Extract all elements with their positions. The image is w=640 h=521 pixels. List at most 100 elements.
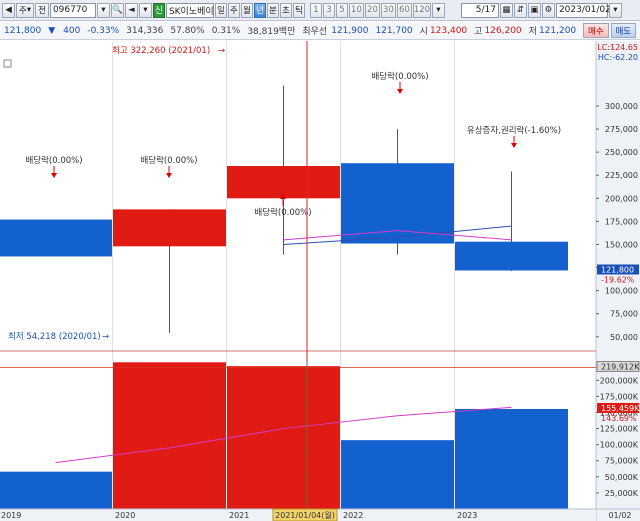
volume-bar	[113, 362, 226, 509]
current-price-pct-label: -19.62%	[601, 275, 635, 284]
dividend-annotation-3: 배당락(0.00%)	[254, 207, 311, 218]
x-axis-label: 2023	[457, 511, 477, 520]
credit-badge-icon[interactable]: 신	[152, 2, 165, 18]
hc-label: HC:-62.20	[598, 53, 638, 62]
volume-tick-label: 100,000K	[600, 441, 639, 450]
grid-icon[interactable]: ▦	[499, 2, 513, 18]
price-tick-label: 175,000	[605, 217, 638, 226]
mode-label: 주	[19, 6, 27, 16]
volume-max-label: 219,912K	[601, 362, 640, 371]
period-month-button[interactable]: 월	[240, 2, 253, 18]
price-tick-label: 275,000	[605, 125, 638, 134]
candle-body	[0, 219, 112, 257]
interval-120-button[interactable]: 120	[412, 2, 431, 18]
candle-body	[113, 209, 226, 247]
settings-icon[interactable]: ⚙	[541, 2, 555, 18]
calendar-icon[interactable]: ▾	[608, 2, 622, 18]
turnover-ratio: 0.31%	[211, 25, 241, 36]
best-quote-label: 최우선	[302, 27, 328, 37]
price-tick-label: 250,000	[605, 148, 638, 157]
date-input[interactable]: 2023/01/02	[555, 2, 611, 18]
low-annotation-arrow: →	[102, 332, 109, 342]
right-date-label: 01/02	[608, 511, 631, 520]
period-day-button[interactable]: 일	[214, 2, 227, 18]
price-change-pct: -0.33%	[87, 25, 120, 36]
interval-dropdown-icon[interactable]: ▾	[431, 2, 445, 18]
stock-name-field: SK이노베이	[165, 2, 214, 18]
period-week-button[interactable]: 주	[227, 2, 240, 18]
volume-tick-label: 50,000K	[605, 473, 639, 482]
volume-bar	[227, 366, 340, 509]
stock-code-input[interactable]: 096770	[49, 2, 96, 18]
open-price: 123,400	[429, 25, 468, 36]
ask-price: 121,900	[331, 25, 369, 36]
down-arrow-icon: ▼	[48, 25, 56, 36]
price-tick-label: 150,000	[605, 240, 638, 249]
quote-bar: 121,800 ▼ 400 -0.33% 314,336 57.80% 0.31…	[0, 22, 640, 40]
volume-current-label: 155,459K	[601, 404, 640, 413]
interval-30-button[interactable]: 30	[380, 2, 396, 18]
trade-amount: 38,819백만	[247, 27, 296, 37]
price-tick-label: 100,000	[605, 287, 638, 296]
candle-body	[341, 163, 454, 244]
volume-bar	[341, 440, 454, 509]
rights-annotation: 유상증자,권리락(-1.60%)	[467, 125, 561, 136]
page-indicator: 5/17	[460, 2, 499, 18]
price-tick-label: 300,000	[605, 102, 638, 111]
low-label: 저	[528, 27, 537, 37]
interval-5-button[interactable]: 5	[335, 2, 348, 18]
speaker-icon[interactable]: ◄	[124, 2, 138, 18]
price-tick-label: 200,000	[605, 194, 638, 203]
volume-tick-label: 25,000K	[605, 489, 639, 498]
candle-body	[227, 166, 340, 199]
volume-bar	[0, 471, 112, 509]
period-year-button[interactable]: 년	[253, 2, 266, 18]
prev-icon[interactable]: ◀	[2, 2, 15, 18]
period-second-button[interactable]: 초	[279, 2, 292, 18]
mode-select[interactable]: 주 ▾	[16, 2, 35, 18]
interval-10-button[interactable]: 10	[348, 2, 364, 18]
volume-value: 314,336	[126, 25, 164, 36]
candle-body	[455, 241, 568, 271]
volume-current-pct-label: 143.69%	[601, 414, 637, 423]
price-tick-label: 75,000	[610, 310, 638, 319]
current-price: 121,800	[4, 25, 42, 36]
x-axis-label: 2019	[1, 511, 21, 520]
x-axis: 2019 2020 2021 2022 2023 2021/01/04(월) 01/02	[0, 508, 640, 521]
period-minute-button[interactable]: 분	[266, 2, 279, 18]
buy-button[interactable]: 매수	[583, 23, 609, 38]
step-icon[interactable]: ⇵	[513, 2, 527, 18]
period-tick-button[interactable]: 틱	[292, 2, 305, 18]
price-change: 400	[63, 25, 81, 36]
x-axis-label: 2022	[343, 511, 363, 520]
high-annotation-arrow: →	[218, 46, 225, 56]
dividend-annotation-2: 배당락(0.00%)	[140, 155, 197, 166]
x-axis-label: 2020	[115, 511, 135, 520]
volume-tick-label: 125,000K	[600, 425, 639, 434]
volume-ratio: 57.80%	[170, 25, 205, 36]
price-tick-label: 225,000	[605, 171, 638, 180]
search-icon[interactable]: 🔍	[110, 2, 124, 18]
save-icon[interactable]: ▣	[527, 2, 541, 18]
interval-20-button[interactable]: 20	[364, 2, 380, 18]
stock-chart[interactable]: 300,000 275,000 250,000 225,000 200,000 175,0…	[0, 41, 640, 521]
high-price: 126,200	[484, 25, 522, 36]
interval-1-button[interactable]: 1	[309, 2, 322, 18]
main-toolbar: ◀ 주 ▾ 전 096770 ▾ 🔍 ◄ ▾ 신 SK이노베이 일 주 월 년 분…	[0, 0, 640, 21]
interval-3-button[interactable]: 3	[322, 2, 335, 18]
open-label: 시	[419, 27, 428, 37]
code-dropdown-icon[interactable]: ▾	[96, 2, 110, 18]
dividend-annotation-1: 배당락(0.00%)	[25, 155, 82, 166]
search-mode-button[interactable]: 전	[35, 2, 49, 18]
sell-button[interactable]: 매도	[610, 23, 636, 38]
low-annotation: 최저 54,218 (2020/01)	[8, 331, 101, 342]
bid-price: 121,700	[375, 25, 413, 36]
volume-tick-label: 200,000K	[600, 376, 639, 385]
low-price: 121,200	[538, 25, 577, 36]
price-tick-label: 50,000	[610, 333, 638, 342]
volume-tick-label: 175,000K	[600, 392, 639, 401]
volume-bar	[455, 408, 568, 509]
high-label: 고	[474, 27, 483, 37]
dropdown-icon[interactable]: ▾	[138, 2, 152, 18]
interval-60-button[interactable]: 60	[396, 2, 412, 18]
